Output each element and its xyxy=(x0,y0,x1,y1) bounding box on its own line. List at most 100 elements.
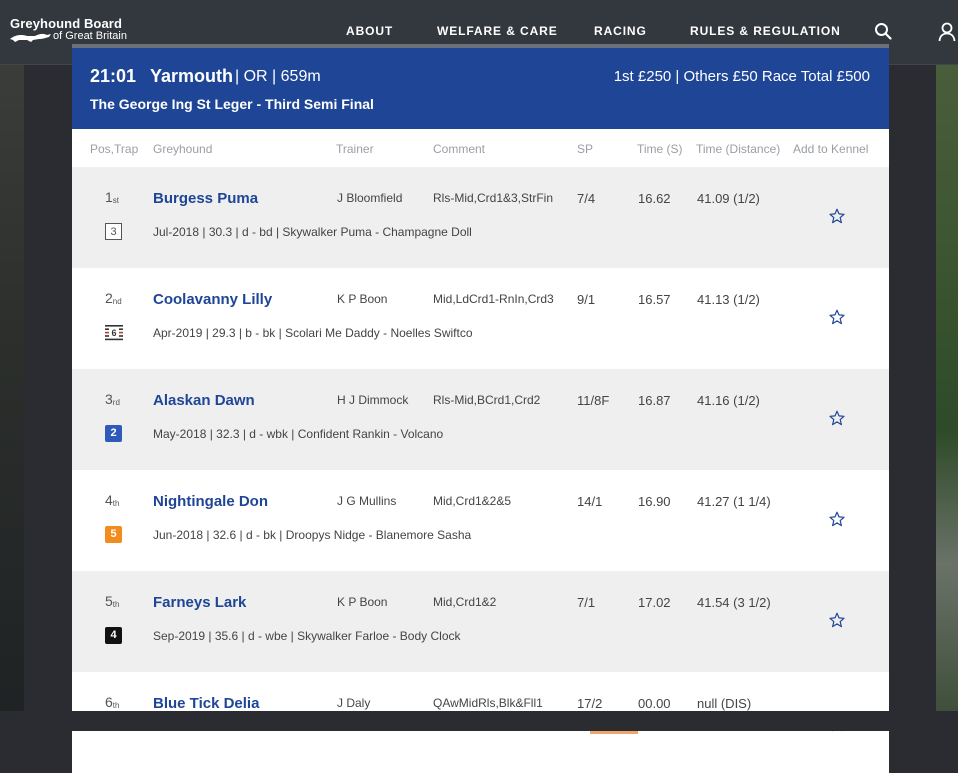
trap-3-icon: 3 xyxy=(105,223,122,240)
column-header-pos-trap: Pos,Trap xyxy=(90,142,139,156)
background-left xyxy=(0,64,24,731)
trainer-name: J G Mullins xyxy=(337,494,397,508)
race-comment: QAwMidRls,Blk&Fll1 xyxy=(433,696,543,710)
position: 2nd xyxy=(105,290,122,306)
nav-racing[interactable]: RACING xyxy=(594,24,647,38)
greyhound-icon xyxy=(10,33,51,42)
column-header-time-distance: Time (Distance) xyxy=(696,142,781,156)
background-right xyxy=(936,64,958,731)
position-suffix: th xyxy=(112,600,120,609)
run-time: 16.57 xyxy=(638,292,671,307)
greyhound-details: May-2018 | 32.3 | d - wbk | Confident Ra… xyxy=(153,427,444,441)
greyhound-name-link[interactable]: Nightingale Don xyxy=(153,493,268,510)
column-header-add-to-kennel: Add to Kennel xyxy=(793,142,869,156)
greyhound-name-link[interactable]: Burgess Puma xyxy=(153,190,258,207)
run-time: 17.02 xyxy=(638,595,671,610)
race-header: 21:01 Yarmouth | OR | 659m 1st £250 | Ot… xyxy=(72,44,889,129)
position-number: 2 xyxy=(105,290,113,306)
greyhound-details: Sep-2019 | 35.6 | d - wbe | Skywalker Fa… xyxy=(153,629,461,643)
greyhound-name-link[interactable]: Alaskan Dawn xyxy=(153,392,255,409)
starting-price: 7/1 xyxy=(577,595,596,610)
race-comment: Rls-Mid,BCrd1,Crd2 xyxy=(433,393,541,407)
trap-4-icon: 4 xyxy=(105,627,122,644)
table-row: 1st 3 Burgess Puma J Bloomfield Rls-Mid,… xyxy=(72,167,889,268)
nav-rules-regulation[interactable]: RULES & REGULATION xyxy=(690,24,841,38)
greyhound-name-link[interactable]: Blue Tick Delia xyxy=(153,695,259,712)
column-header-trainer: Trainer xyxy=(336,142,374,156)
position: 4th xyxy=(105,492,119,508)
trainer-name: K P Boon xyxy=(337,595,388,609)
position-suffix: st xyxy=(112,196,120,205)
position-suffix: rd xyxy=(112,398,120,407)
time-distance: 41.27 (1 1/4) xyxy=(697,494,771,509)
time-distance: null (DIS) xyxy=(697,696,752,711)
race-prize-money: 1st £250 | Others £50 Race Total £500 xyxy=(613,68,870,85)
greyhound-details: Jul-2018 | 30.3 | d - bd | Skywalker Pum… xyxy=(153,225,472,239)
column-header-greyhound: Greyhound xyxy=(153,142,213,156)
position: 6th xyxy=(105,694,119,710)
race-venue: Yarmouth xyxy=(150,66,234,86)
star-icon[interactable] xyxy=(829,511,845,527)
race-comment: Mid,Crd1&2 xyxy=(433,595,497,609)
position-number: 3 xyxy=(105,391,113,407)
starting-price: 14/1 xyxy=(577,494,603,509)
trainer-name: J Daly xyxy=(337,696,371,710)
greyhound-details: Jun-2018 | 32.6 | d - bk | Droopys Nidge… xyxy=(153,528,472,542)
column-header-time: Time (S) xyxy=(637,142,683,156)
site-logo[interactable]: Greyhound Board of Great Britain xyxy=(9,16,149,46)
position-suffix: nd xyxy=(112,297,122,306)
position: 3rd xyxy=(105,391,120,407)
logo-line1: Greyhound Board xyxy=(10,16,123,31)
search-icon[interactable] xyxy=(874,22,892,40)
position-suffix: th xyxy=(112,499,120,508)
race-results-panel: 21:01 Yarmouth | OR | 659m 1st £250 | Ot… xyxy=(72,44,889,773)
position-number: 4 xyxy=(105,492,113,508)
greyhound-name-link[interactable]: Coolavanny Lilly xyxy=(153,291,272,308)
trainer-name: H J Dimmock xyxy=(337,393,409,407)
greyhound-details: Apr-2019 | 29.3 | b - bk | Scolari Me Da… xyxy=(153,326,473,340)
position-number: 6 xyxy=(105,694,113,710)
trap-5-icon: 5 xyxy=(105,526,122,543)
race-title: The George Ing St Leger - Third Semi Fin… xyxy=(90,96,374,112)
trainer-name: J Bloomfield xyxy=(337,191,403,205)
time-distance: 41.09 (1/2) xyxy=(697,191,760,206)
trap-6-icon: 6 xyxy=(105,325,123,341)
trap-2-icon: 2 xyxy=(105,425,122,442)
starting-price: 17/2 xyxy=(577,696,603,711)
table-row: 2nd 6 Coolavanny Lilly K P Boon Mid,LdCr… xyxy=(72,268,889,369)
time-distance: 41.16 (1/2) xyxy=(697,393,760,408)
position-number: 5 xyxy=(105,593,113,609)
race-time: 21:01 xyxy=(90,66,137,86)
page-footer-strip xyxy=(0,711,958,731)
race-comment: Mid,LdCrd1-RnIn,Crd3 xyxy=(433,292,554,306)
run-time: 16.62 xyxy=(638,191,671,206)
trap-number: 6 xyxy=(111,328,116,338)
run-time: 16.90 xyxy=(638,494,671,509)
starting-price: 7/4 xyxy=(577,191,596,206)
position: 5th xyxy=(105,593,119,609)
star-icon[interactable] xyxy=(829,208,845,224)
race-comment: Mid,Crd1&2&5 xyxy=(433,494,512,508)
table-row: 5th 4 Farneys Lark K P Boon Mid,Crd1&2 7… xyxy=(72,571,889,672)
star-icon[interactable] xyxy=(829,309,845,325)
table-row: 4th 5 Nightingale Don J G Mullins Mid,Cr… xyxy=(72,470,889,571)
table-row: 3rd 2 Alaskan Dawn H J Dimmock Rls-Mid,B… xyxy=(72,369,889,470)
trainer-name: K P Boon xyxy=(337,292,388,306)
race-grade-distance: | OR | 659m xyxy=(235,68,321,85)
nav-welfare-care[interactable]: WELFARE & CARE xyxy=(437,24,558,38)
starting-price: 9/1 xyxy=(577,292,596,307)
race-comment: Rls-Mid,Crd1&3,StrFin xyxy=(433,191,554,205)
position-number: 1 xyxy=(105,189,113,205)
position-suffix: th xyxy=(112,701,120,710)
greyhound-name-link[interactable]: Farneys Lark xyxy=(153,594,246,611)
nav-about[interactable]: ABOUT xyxy=(346,24,393,38)
run-time: 16.87 xyxy=(638,393,671,408)
run-time: 00.00 xyxy=(638,696,671,711)
user-icon[interactable] xyxy=(938,22,956,42)
star-icon[interactable] xyxy=(829,612,845,628)
column-header-comment: Comment xyxy=(433,142,486,156)
star-icon[interactable] xyxy=(829,410,845,426)
position: 1st xyxy=(105,189,119,205)
column-header-sp: SP xyxy=(577,142,594,156)
time-distance: 41.13 (1/2) xyxy=(697,292,760,307)
